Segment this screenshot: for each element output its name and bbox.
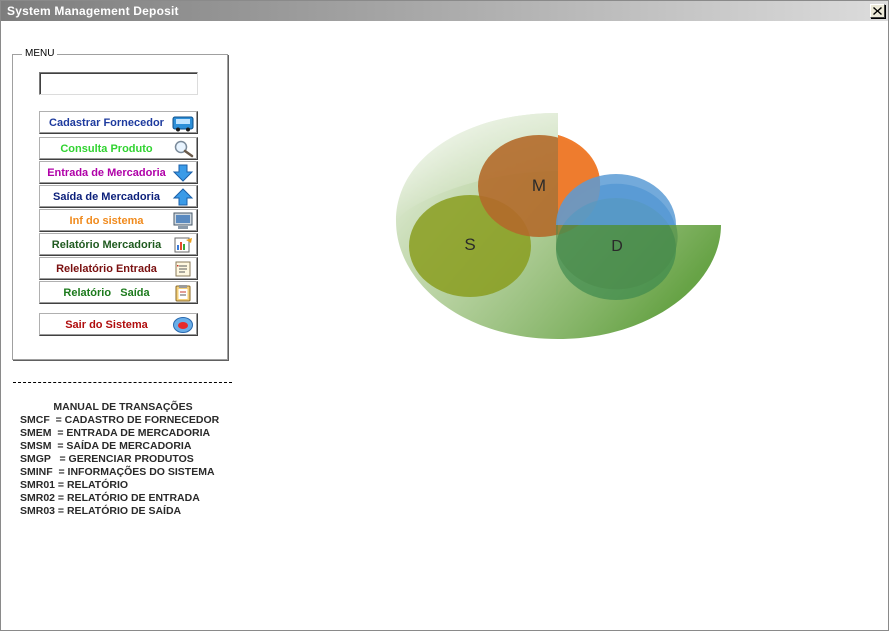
arrow-up-icon	[172, 187, 194, 206]
manual-row: SMGP = GERENCIAR PRODUTOS	[20, 453, 194, 465]
arrow-down-icon	[172, 164, 194, 182]
button-label: Sair do Sistema	[65, 318, 148, 331]
button-label: Relatório Saída	[63, 286, 150, 299]
relatorio-saida-button[interactable]: Relatório Saída	[39, 281, 198, 304]
inf-sistema-button[interactable]: Inf do sistema	[39, 209, 198, 232]
button-label: Relelatório Entrada	[56, 262, 157, 275]
report-icon	[172, 236, 194, 254]
relatorio-entrada-button[interactable]: Relelatório Entrada	[39, 257, 198, 280]
close-icon	[873, 7, 882, 15]
button-label: Cadastrar Fornecedor	[49, 116, 164, 129]
clipboard-icon	[172, 284, 194, 302]
entrada-mercadoria-button[interactable]: Entrada de Mercadoria	[39, 161, 198, 184]
transaction-input[interactable]	[39, 72, 198, 95]
manual-row: SMR01 = RELATÓRIO	[20, 479, 129, 491]
exit-icon	[172, 316, 194, 334]
manual-row: SMCF = CADASTRO DE FORNECEDOR	[20, 414, 220, 426]
logo-letter-m: M	[532, 176, 546, 195]
list-icon	[172, 260, 194, 278]
menu-group: MENU Cadastrar Fornecedor Consulta Produ…	[12, 48, 228, 360]
section-divider	[13, 382, 232, 383]
button-label: Relatório Mercadoria	[51, 238, 162, 251]
window-title: System Management Deposit	[7, 4, 179, 18]
main-window: System Management Deposit MENU Cadastrar…	[0, 0, 889, 631]
transaction-manual: MANUAL DE TRANSAÇÕES SMCF = CADASTRO DE …	[20, 401, 250, 518]
consulta-produto-button[interactable]: Consulta Produto	[39, 137, 198, 160]
sair-sistema-button[interactable]: Sair do Sistema	[39, 313, 198, 336]
manual-row: SMINF = INFORMAÇÕES DO SISTEMA	[20, 466, 215, 478]
smd-logo: M S D	[396, 113, 721, 339]
title-bar[interactable]: System Management Deposit	[1, 1, 888, 21]
manual-row: SMSM = SAÍDA DE MERCADORIA	[20, 440, 192, 452]
button-label: Consulta Produto	[60, 142, 153, 155]
manual-row: SMEM = ENTRADA DE MERCADORIA	[20, 427, 211, 439]
button-label: Entrada de Mercadoria	[47, 166, 166, 179]
truck-icon	[172, 114, 194, 132]
button-label: Saída de Mercadoria	[53, 190, 160, 203]
computer-icon	[172, 212, 194, 230]
saida-mercadoria-button[interactable]: Saída de Mercadoria	[39, 185, 198, 208]
button-label: Inf do sistema	[69, 214, 144, 227]
menu-legend: MENU	[22, 48, 58, 59]
magnifier-icon	[172, 140, 194, 158]
cadastrar-fornecedor-button[interactable]: Cadastrar Fornecedor	[39, 111, 198, 134]
manual-row: SMR03 = RELATÓRIO DE SAÍDA	[20, 505, 182, 517]
logo-letter-s: S	[464, 235, 475, 254]
manual-row: SMR02 = RELATÓRIO DE ENTRADA	[20, 492, 200, 504]
close-button[interactable]	[870, 4, 885, 18]
logo-letter-d: D	[611, 238, 623, 255]
manual-title: MANUAL DE TRANSAÇÕES	[53, 401, 193, 413]
relatorio-mercadoria-button[interactable]: Relatório Mercadoria	[39, 233, 198, 256]
